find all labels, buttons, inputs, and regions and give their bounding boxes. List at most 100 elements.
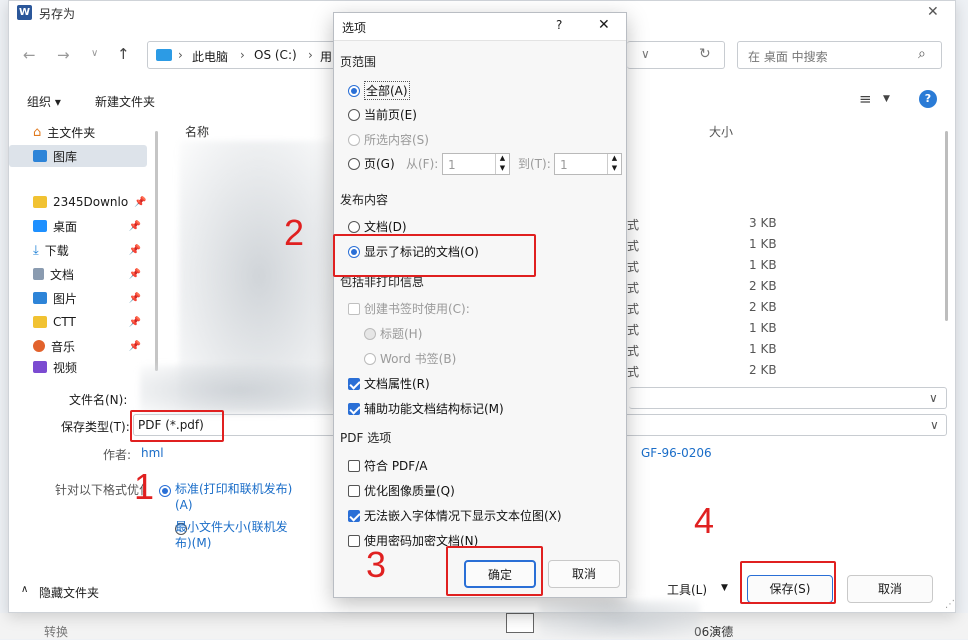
word-bookmarks-label: Word 书签(B) <box>380 352 457 366</box>
checkbox <box>348 302 360 315</box>
sidebar-item-pictures[interactable]: 图片 📌 <box>9 287 151 309</box>
sidebar-item-downloads[interactable]: ⤓ 下载 📌 <box>9 239 151 261</box>
file-type: 式 <box>627 239 640 253</box>
column-header-name[interactable]: 名称 <box>185 123 209 140</box>
stepper-down-icon[interactable]: ▼ <box>495 164 509 174</box>
image-quality-option[interactable]: 优化图像质量(Q) <box>348 482 455 499</box>
chevron-down-icon[interactable]: ∨ <box>929 391 938 405</box>
up-arrow-icon[interactable]: ↑ <box>117 45 130 63</box>
address-bar-end[interactable]: ∨ ↻ <box>627 41 725 69</box>
bookmarks-label: 创建书签时使用(C): <box>364 302 470 316</box>
optimize-standard-label[interactable]: 标准(打印和联机发布)(A) <box>175 481 300 513</box>
sidebar-item-gallery[interactable]: 图库 <box>9 145 147 167</box>
stepper-down-icon[interactable]: ▼ <box>607 164 621 174</box>
cancel-button[interactable]: 取消 <box>847 575 933 603</box>
range-current-option[interactable]: 当前页(E) <box>348 106 417 123</box>
sidebar-scrollbar[interactable] <box>155 131 158 371</box>
annotation-box-save <box>740 561 836 604</box>
from-stepper[interactable]: 1 ▲ ▼ <box>442 153 510 175</box>
refresh-icon[interactable]: ↻ <box>699 46 711 62</box>
tools-button[interactable]: 工具(L) <box>667 581 707 598</box>
view-menu-icon[interactable]: ≡ <box>859 90 872 108</box>
blurred-area <box>140 365 340 415</box>
chevron-down-icon[interactable]: ▼ <box>721 583 728 593</box>
pin-icon: 📌 <box>128 220 141 232</box>
author-value[interactable]: hml <box>141 446 164 460</box>
sidebar-item-documents[interactable]: 文档 📌 <box>9 263 151 285</box>
file-size: 2 KB <box>749 300 777 314</box>
radio <box>348 133 360 146</box>
checkbox[interactable] <box>348 509 360 522</box>
stepper-up-icon[interactable]: ▲ <box>607 154 621 164</box>
file-size: 3 KB <box>749 216 777 230</box>
dialog-close-button[interactable]: ✕ <box>598 17 610 33</box>
breadcrumb-item[interactable]: 此电脑 <box>192 48 228 65</box>
pdfa-label: 符合 PDF/A <box>364 459 428 473</box>
sidebar-item-music[interactable]: 音乐 📌 <box>9 335 151 357</box>
range-pages-option[interactable]: 页(G) <box>348 155 395 172</box>
checkbox[interactable] <box>348 459 360 472</box>
annotation-number: 4 <box>694 500 715 541</box>
hide-folders-button[interactable]: 隐藏文件夹 <box>39 584 99 601</box>
file-list-scrollbar[interactable] <box>945 131 948 321</box>
address-bar[interactable]: › 此电脑 › OS (C:) › 用 <box>147 41 339 69</box>
filename-input[interactable]: ∨ <box>629 387 947 409</box>
chevron-down-icon[interactable]: ▼ <box>883 94 890 104</box>
stepper-up-icon[interactable]: ▲ <box>495 154 509 164</box>
publish-heading: 发布内容 <box>340 193 389 207</box>
back-arrow-icon[interactable]: ← <box>23 46 36 64</box>
checkbox[interactable] <box>348 484 360 497</box>
tag-value[interactable]: GF-96-0206 <box>641 446 712 460</box>
checkbox[interactable] <box>348 402 360 415</box>
sidebar-item-ctt[interactable]: CTT 📌 <box>9 311 151 333</box>
pin-icon: 📌 <box>134 196 147 208</box>
resize-grip-icon[interactable]: ⋰ <box>945 599 955 610</box>
to-stepper[interactable]: 1 ▲ ▼ <box>554 153 622 175</box>
help-icon[interactable]: ? <box>919 90 937 108</box>
chevron-down-icon[interactable]: ∨ <box>641 47 650 61</box>
doc-props-option[interactable]: 文档属性(R) <box>348 375 430 392</box>
dialog-cancel-button[interactable]: 取消 <box>548 560 620 588</box>
dialog-help-button[interactable]: ? <box>556 18 562 32</box>
organize-button[interactable]: 组织 ▾ <box>27 93 61 110</box>
publish-doc-option[interactable]: 文档(D) <box>348 218 407 235</box>
pin-icon: 📌 <box>128 316 141 328</box>
checkbox[interactable] <box>348 377 360 390</box>
pdfa-option[interactable]: 符合 PDF/A <box>348 457 427 474</box>
sidebar-item-desktop[interactable]: 桌面 📌 <box>9 215 151 237</box>
checkbox[interactable] <box>348 534 360 547</box>
a11y-label: 辅助功能文档结构标记(M) <box>364 402 504 416</box>
optimize-min-label[interactable]: 最小文件大小(联机发布)(M) <box>175 519 300 551</box>
optimize-standard-radio[interactable] <box>159 485 171 497</box>
breadcrumb-item[interactable]: 用 <box>320 48 332 65</box>
chevron-up-icon[interactable]: ∧ <box>21 584 28 595</box>
picture-icon <box>33 292 47 304</box>
breadcrumb-item[interactable]: OS (C:) <box>254 48 297 62</box>
bitmap-text-option[interactable]: 无法嵌入字体情况下显示文本位图(X) <box>348 507 562 524</box>
background-strip: 转换 06演德 <box>0 613 968 639</box>
window-close-button[interactable]: ✕ <box>927 4 939 20</box>
video-icon <box>33 361 47 373</box>
sidebar-item-home[interactable]: ⌂ 主文件夹 <box>9 121 157 143</box>
radio <box>364 352 376 365</box>
radio[interactable] <box>348 157 360 170</box>
radio[interactable] <box>348 108 360 121</box>
radio[interactable] <box>348 84 360 97</box>
range-current-label: 当前页(E) <box>364 108 417 122</box>
a11y-option[interactable]: 辅助功能文档结构标记(M) <box>348 400 504 417</box>
sidebar-item-2345downloads[interactable]: 2345Downlo 📌 <box>9 191 151 213</box>
image-quality-label: 优化图像质量(Q) <box>364 484 455 498</box>
chevron-down-icon[interactable]: ∨ <box>930 418 939 432</box>
column-header-size[interactable]: 大小 <box>709 123 733 140</box>
chevron-down-icon[interactable]: ∨ <box>91 48 98 59</box>
blurred-area <box>540 600 700 638</box>
file-type: 式 <box>627 281 640 295</box>
file-rows: 式 3 KB 式 1 KB 式 1 KB 式 2 KB 式 2 KB 式 1 K… <box>623 214 803 384</box>
range-all-option[interactable]: 全部(A) <box>348 81 410 100</box>
search-input[interactable]: 在 桌面 中搜索 ⌕ <box>737 41 942 69</box>
annotation-number: 2 <box>284 212 305 253</box>
new-folder-button[interactable]: 新建文件夹 <box>95 93 155 110</box>
sidebar-item-videos[interactable]: 视频 <box>9 359 151 375</box>
forward-arrow-icon[interactable]: → <box>57 46 70 64</box>
radio[interactable] <box>348 220 360 233</box>
